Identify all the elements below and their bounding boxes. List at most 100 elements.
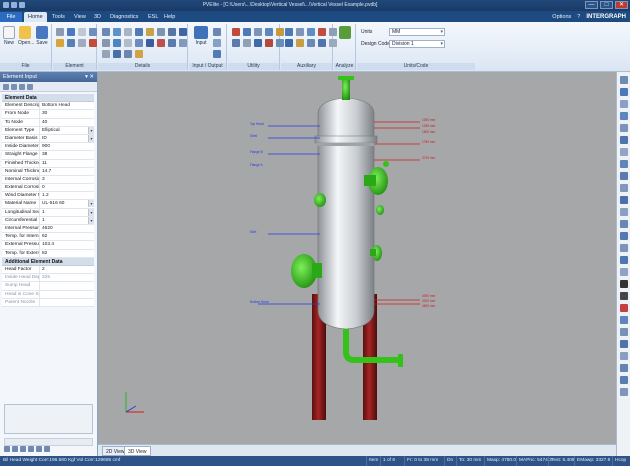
new-button[interactable]: New — [2, 26, 16, 46]
details-tool-icon[interactable] — [179, 39, 187, 47]
details-tool-icon[interactable] — [113, 28, 121, 36]
panel-tab-icon[interactable] — [20, 446, 26, 452]
auxiliary-tool-icon[interactable] — [285, 39, 293, 47]
property-row[interactable]: External Pressure 103.4 — [2, 241, 94, 250]
property-row[interactable]: Diameter Basis ID ▾ — [2, 134, 94, 144]
maximize-button[interactable]: □ — [600, 1, 613, 9]
quick-save-icon[interactable] — [11, 2, 17, 8]
details-tool-icon[interactable] — [124, 28, 132, 36]
property-value-field[interactable]: 30 — [40, 110, 94, 117]
property-value-field[interactable]: ID ▾ — [40, 134, 94, 142]
design-code-select[interactable]: Division 1 — [389, 40, 445, 48]
property-value-field[interactable] — [40, 299, 94, 306]
details-tool-icon[interactable] — [157, 39, 165, 47]
categorized-icon[interactable] — [3, 84, 9, 90]
property-row[interactable]: From Node 30 — [2, 110, 94, 119]
panel-tab-icon[interactable] — [28, 446, 34, 452]
details-tool-icon[interactable] — [102, 28, 110, 36]
property-value-field[interactable] — [40, 291, 94, 298]
property-value-field[interactable]: 14.7 — [40, 168, 94, 175]
property-value-field[interactable]: 0 — [40, 184, 94, 191]
top-nozzle[interactable] — [342, 78, 350, 100]
details-tool-icon[interactable] — [102, 39, 110, 47]
property-value-field[interactable]: 40 — [40, 119, 94, 126]
view-tool-icon[interactable] — [620, 148, 628, 156]
options-menu[interactable]: Options — [552, 12, 571, 22]
panel-tab-icon[interactable] — [4, 446, 10, 452]
measure-icon[interactable] — [620, 304, 628, 312]
details-tool-icon[interactable] — [102, 50, 110, 58]
property-row[interactable]: Longitudinal Seam1▾ — [2, 208, 94, 217]
property-row[interactable]: External Corrosion0 — [2, 184, 94, 193]
tab-home[interactable]: Home — [24, 12, 47, 22]
property-value-field[interactable] — [40, 282, 94, 289]
property-row[interactable]: Head Factor 2 — [2, 265, 94, 275]
auxiliary-tool-icon[interactable] — [296, 28, 304, 36]
minimize-button[interactable]: — — [585, 1, 598, 9]
property-row[interactable]: Element Type Elliptical ▾ — [2, 126, 94, 135]
view-tool-icon[interactable] — [620, 328, 628, 336]
details-tool-icon[interactable] — [179, 28, 187, 36]
view-tool-icon[interactable] — [620, 340, 628, 348]
element-tool-icon[interactable] — [78, 39, 86, 47]
element-tool-icon[interactable] — [67, 28, 75, 36]
details-tool-icon[interactable] — [135, 50, 143, 58]
tab-tools[interactable]: Tools — [48, 12, 69, 22]
property-row[interactable]: Material Name UL-516 60 ▾ — [2, 200, 94, 209]
auxiliary-tool-icon[interactable] — [285, 28, 293, 36]
dropdown-arrow-icon[interactable]: ▾ — [88, 208, 94, 216]
property-row[interactable]: Internal Pressure 4620 — [2, 225, 94, 234]
tab-3d-view[interactable]: 3D View — [124, 446, 151, 456]
3d-viewport[interactable]: Top Head Shell Flange B Flange A Skirt Bottom… — [98, 72, 616, 444]
utility-tool-icon[interactable] — [265, 39, 273, 47]
property-row[interactable]: Internal Corrosion 3 — [2, 175, 94, 185]
property-row[interactable]: To Node 40 — [2, 118, 94, 127]
view-tool-icon[interactable] — [620, 208, 628, 216]
input-button[interactable]: Input — [193, 26, 209, 46]
property-row[interactable]: Straight Flange Length38 — [2, 151, 94, 160]
view-tool-icon[interactable] — [620, 388, 628, 396]
open-button[interactable]: Open... — [18, 26, 34, 46]
view-tool-icon[interactable] — [620, 172, 628, 180]
view-tool-icon[interactable] — [620, 76, 628, 84]
utility-tool-icon[interactable] — [265, 28, 273, 36]
view-tool-icon[interactable] — [620, 376, 628, 384]
view-tool-icon[interactable] — [620, 160, 628, 168]
nozzle-right-small[interactable] — [376, 205, 384, 215]
utility-tool-icon[interactable] — [254, 39, 262, 47]
analyze-button[interactable] — [338, 26, 352, 40]
sort-icon[interactable] — [11, 84, 17, 90]
units-select[interactable]: MM — [389, 28, 445, 36]
element-tool-icon[interactable] — [56, 28, 64, 36]
output-icon[interactable] — [213, 28, 221, 36]
details-tool-icon[interactable] — [146, 39, 154, 47]
view-tool-icon[interactable] — [620, 268, 628, 276]
property-value-field[interactable]: 11 — [40, 160, 94, 167]
view-tool-icon[interactable] — [620, 316, 628, 324]
property-value-field[interactable]: Elliptical ▾ — [40, 126, 94, 134]
utility-tool-icon[interactable] — [232, 28, 240, 36]
properties-icon[interactable] — [19, 84, 25, 90]
nozzle-right-lower-neck[interactable] — [370, 249, 376, 256]
auxiliary-tool-icon[interactable] — [318, 39, 326, 47]
help-icon[interactable]: ? — [577, 12, 580, 22]
view-tool-icon[interactable] — [620, 100, 628, 108]
utility-tool-icon[interactable] — [243, 39, 251, 47]
review-icon[interactable] — [213, 50, 221, 58]
dropdown-arrow-icon[interactable]: ▾ — [88, 134, 94, 142]
top-nozzle-flange[interactable] — [338, 76, 354, 80]
body-flange-ring[interactable] — [314, 135, 378, 144]
panel-tab-icon[interactable] — [36, 446, 42, 452]
view-tool-icon[interactable] — [620, 256, 628, 264]
details-tool-icon[interactable] — [146, 28, 154, 36]
utility-tool-icon[interactable] — [243, 28, 251, 36]
details-tool-icon[interactable] — [135, 28, 143, 36]
details-tool-icon[interactable] — [168, 39, 176, 47]
details-tool-icon[interactable] — [124, 50, 132, 58]
property-row[interactable]: Inside Head Depth225 — [2, 274, 94, 283]
panel-tab-icon[interactable] — [12, 446, 18, 452]
property-value-field[interactable]: 103.4 — [40, 241, 94, 248]
dropdown-arrow-icon[interactable]: ▾ — [88, 200, 94, 208]
property-value-field[interactable]: 38 — [40, 151, 94, 158]
panel-scrollbar[interactable] — [4, 438, 93, 446]
